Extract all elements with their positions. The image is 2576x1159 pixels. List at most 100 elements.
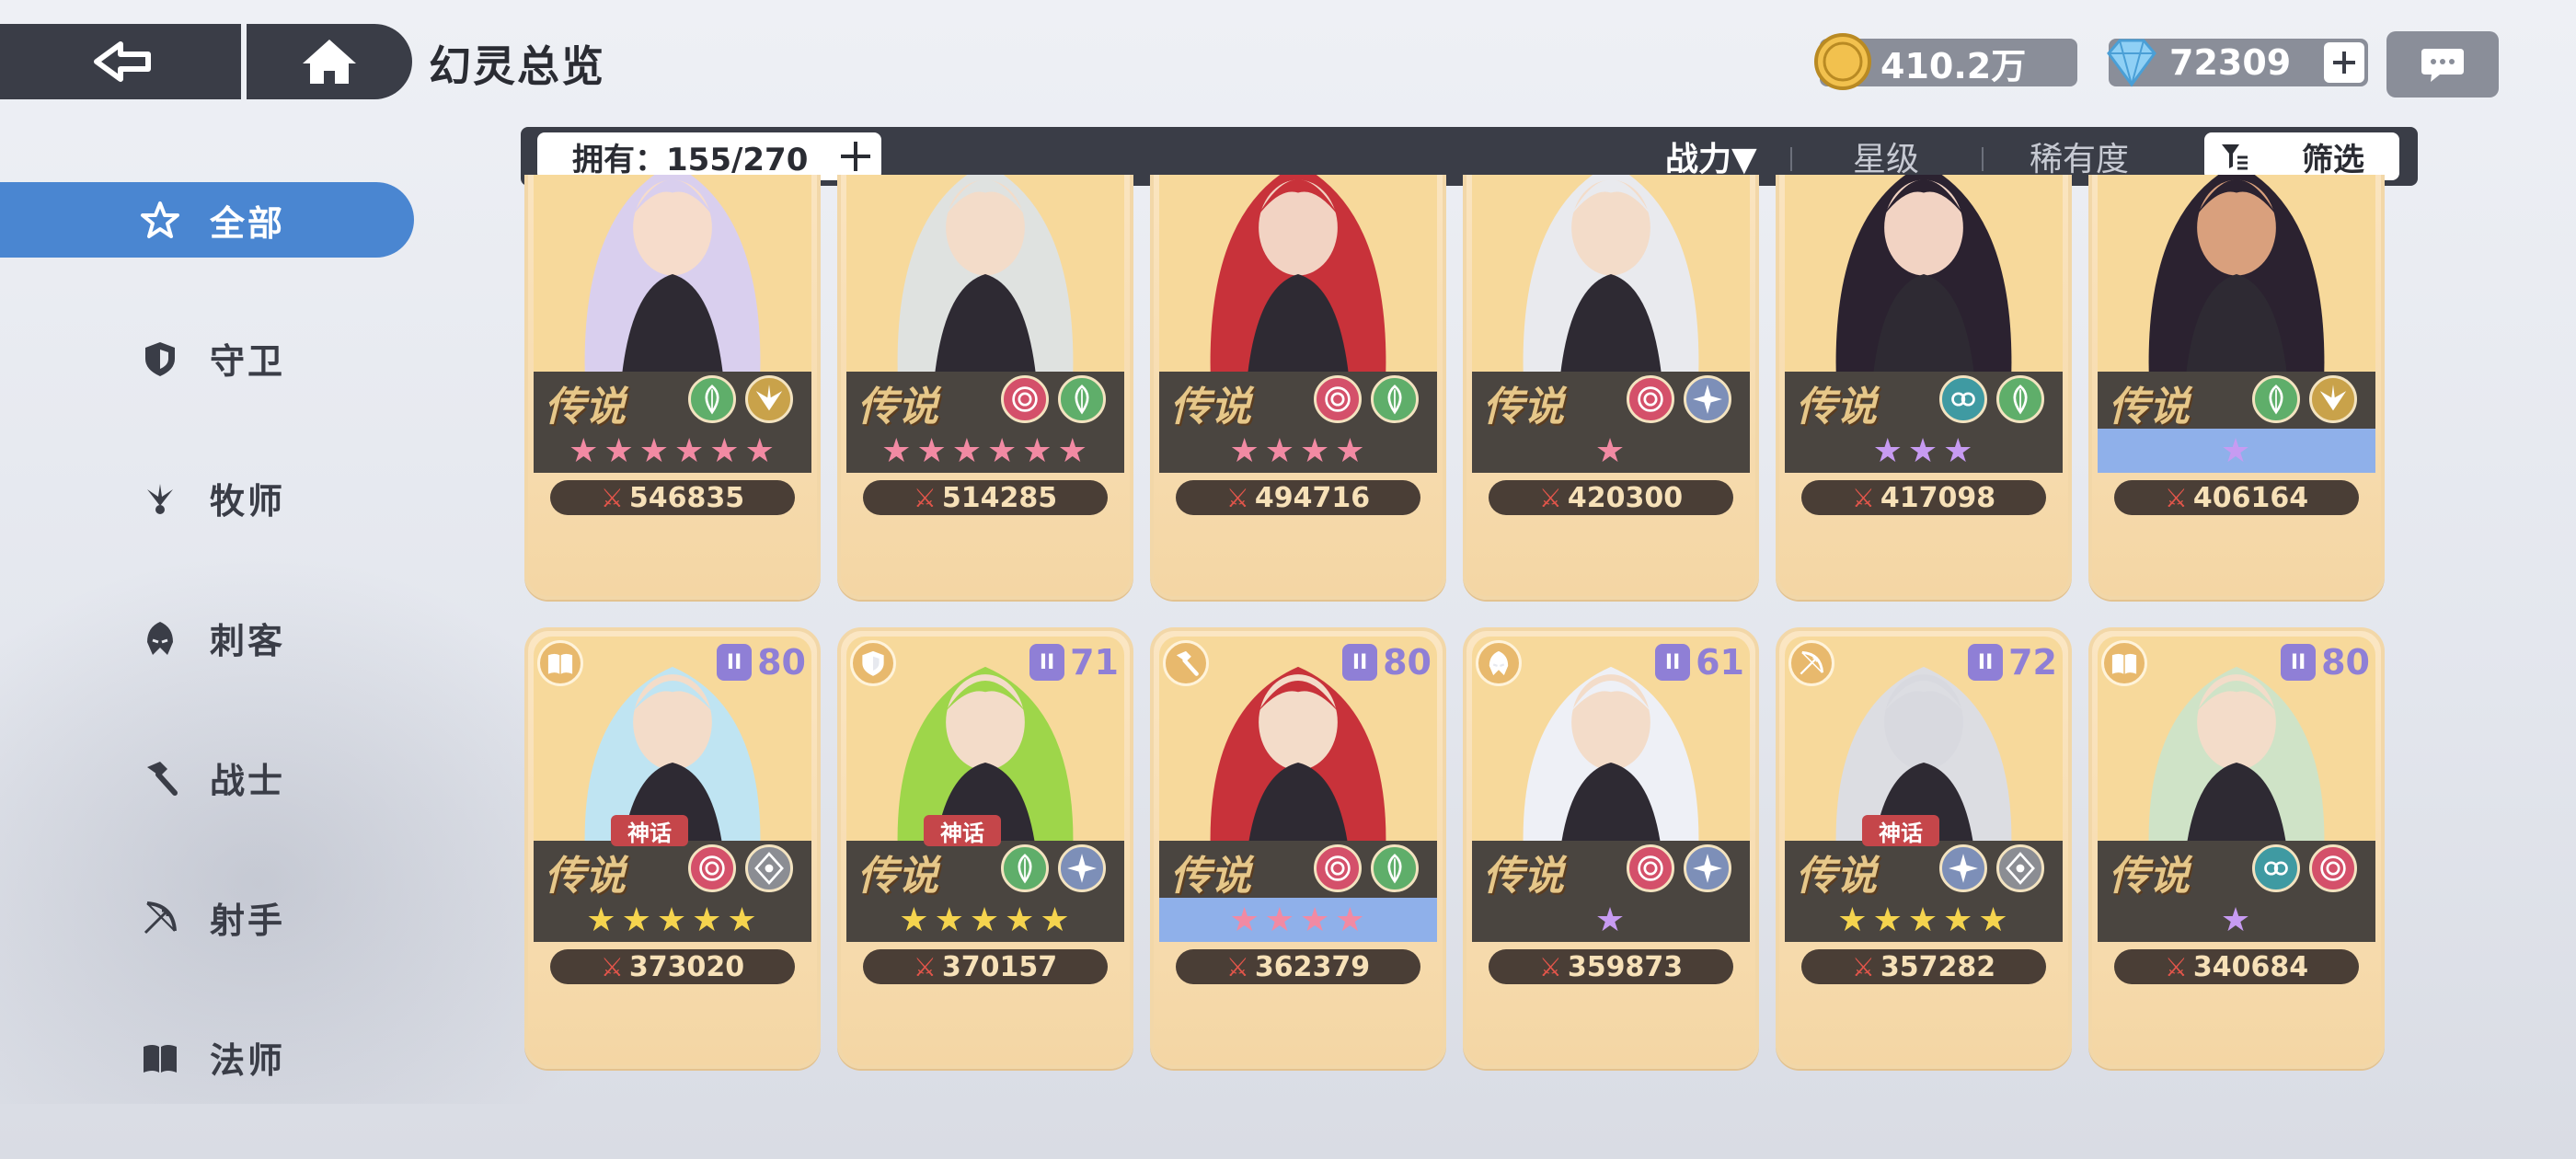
star-rating: ★ ★ ★ ★ [1159, 898, 1437, 942]
star-element-icon [1684, 844, 1731, 892]
hero-level: II 80 [1342, 642, 1432, 683]
hero-card[interactable]: II 61 传说 ★ ⚔ 359873 [1463, 627, 1759, 1069]
myth-badge: 神话 [611, 815, 688, 846]
back-button[interactable] [0, 24, 241, 99]
star-icon: ★ [1229, 901, 1261, 939]
filter-funnel-icon [2222, 144, 2248, 170]
sidebar-item-2[interactable]: 牧师 [0, 460, 414, 535]
hero-card[interactable]: 传说 ★ ★ ★ ★ ⚔ 494716 [1150, 175, 1446, 600]
rank-strip: 传说 [846, 372, 1124, 430]
sidebar-item-5[interactable]: 射手 [0, 879, 414, 955]
book-icon [140, 1038, 180, 1078]
sidebar-item-1[interactable]: 守卫 [0, 320, 414, 396]
rank-label: 传说 [2109, 853, 2190, 900]
star-icon: ★ [1040, 901, 1072, 939]
owned-count-button[interactable]: 拥有：155/270 [537, 132, 881, 180]
star-rating: ★ ★ ★ ★ ★ [1785, 898, 2063, 942]
swirl-element-icon [2309, 844, 2357, 892]
leaf-element-icon [688, 375, 736, 423]
sidebar-item-3[interactable]: 刺客 [0, 600, 414, 675]
star-icon: ★ [1264, 431, 1296, 470]
star-element-icon [1939, 844, 1987, 892]
filter-button[interactable]: 筛选 [2204, 132, 2399, 180]
plus-icon [2333, 52, 2355, 74]
hero-card[interactable]: II 71 传说 神话 ★ ★ ★ ★ ★ ⚔ 370157 [837, 627, 1133, 1069]
power-value: ⚔ 370157 [863, 949, 1108, 984]
home-button[interactable] [247, 24, 412, 99]
rank-label: 传说 [857, 384, 938, 430]
leaf-element-icon [1058, 375, 1106, 423]
star-icon: ★ [727, 901, 759, 939]
star-rating: ★ ★ ★ [1785, 429, 2063, 473]
level-badge-icon: II [717, 644, 753, 681]
bow-icon [1788, 640, 1834, 686]
leaf-element-icon [2252, 375, 2300, 423]
hero-card-grid: 传说 ★ ★ ★ ★ ★ ★ ⚔ 546835 传说 ★ ★ ★ ★ ★ ★ ⚔ 514285 传说 ★ ★ ★ ★ ⚔ 4… [521, 175, 2418, 1104]
rank-label: 传说 [1483, 384, 1564, 430]
hero-card[interactable]: 传说 ★ ★ ★ ★ ★ ★ ⚔ 546835 [524, 175, 821, 600]
star-rating: ★ [1472, 898, 1750, 942]
gold-coin-icon [1814, 33, 1871, 90]
star-icon: ★ [969, 901, 1002, 939]
sidebar-item-label: 射手 [210, 900, 286, 941]
star-icon: ★ [899, 901, 931, 939]
owned-count-label: 拥有：155/270 [572, 141, 809, 178]
crossed-swords-icon: ⚔ [2164, 482, 2188, 513]
star-icon: ★ [569, 431, 601, 470]
level-badge-icon: II [1968, 644, 2004, 681]
expand-plus-icon [841, 142, 870, 171]
hero-card[interactable]: II 80 传说 ★ ★ ★ ★ ⚔ 362379 [1150, 627, 1446, 1069]
star-icon: ★ [1872, 901, 1904, 939]
star-icon: ★ [1943, 901, 1975, 939]
sidebar-item-label: 战士 [210, 760, 286, 801]
page-title: 幻灵总览 [429, 41, 605, 91]
star-icon: ★ [1594, 901, 1627, 939]
hero-card[interactable]: 传说 ★ ⚔ 406164 [2088, 175, 2385, 600]
rank-strip: 传说 [1159, 841, 1437, 900]
hero-card[interactable]: II 72 传说 神话 ★ ★ ★ ★ ★ ⚔ 357282 [1776, 627, 2072, 1069]
star-rating: ★ ★ ★ ★ ★ [534, 898, 811, 942]
star-element-icon [1058, 844, 1106, 892]
star-element-icon [1684, 375, 1731, 423]
ring-element-icon [2252, 844, 2300, 892]
assassin-icon [140, 618, 180, 659]
star-icon: ★ [1872, 431, 1904, 470]
hero-card[interactable]: II 80 传说 神话 ★ ★ ★ ★ ★ ⚔ 373020 [524, 627, 821, 1069]
hero-card[interactable]: 传说 ★ ★ ★ ★ ★ ★ ⚔ 514285 [837, 175, 1133, 600]
add-gems-button[interactable] [2324, 42, 2364, 83]
sidebar-item-6[interactable]: 法师 [0, 1019, 414, 1095]
hammer-icon [140, 758, 180, 798]
level-badge-icon: II [1029, 644, 1065, 681]
hero-level: II 80 [717, 642, 806, 683]
hero-card[interactable]: 传说 ★ ★ ★ ⚔ 417098 [1776, 175, 2072, 600]
power-number: 362379 [1254, 950, 1371, 983]
power-value: ⚔ 340684 [2114, 949, 2359, 984]
gold-counter: 410.2万 [1814, 33, 2077, 90]
rank-label: 传说 [1796, 384, 1877, 430]
sidebar-item-label: 法师 [210, 1039, 286, 1081]
chat-button[interactable] [2386, 31, 2499, 98]
star-icon: ★ [1300, 431, 1332, 470]
hero-card[interactable]: II 80 传说 ★ ⚔ 340684 [2088, 627, 2385, 1069]
power-value: ⚔ 406164 [2114, 480, 2359, 515]
gold-value: 410.2万 [1880, 45, 2027, 86]
power-number: 514285 [941, 481, 1058, 514]
sidebar-item-0[interactable]: 全部 [0, 182, 414, 258]
star-icon: ★ [916, 431, 949, 470]
rank-label: 传说 [857, 853, 938, 900]
star-icon: ★ [674, 431, 707, 470]
power-number: 417098 [1880, 481, 1996, 514]
star-icon: ★ [1300, 901, 1332, 939]
star-icon: ★ [881, 431, 914, 470]
sidebar-item-4[interactable]: 战士 [0, 740, 414, 815]
star-icon: ★ [987, 431, 1019, 470]
power-number: 420300 [1567, 481, 1684, 514]
hero-card[interactable]: 传说 ★ ⚔ 420300 [1463, 175, 1759, 600]
level-value: 80 [2321, 642, 2370, 683]
level-value: 72 [2008, 642, 2057, 683]
crossed-swords-icon: ⚔ [1851, 951, 1875, 982]
star-icon: ★ [1264, 901, 1296, 939]
star-icon: ★ [1907, 901, 1940, 939]
star-icon: ★ [2220, 901, 2253, 939]
swirl-element-icon [1001, 375, 1049, 423]
